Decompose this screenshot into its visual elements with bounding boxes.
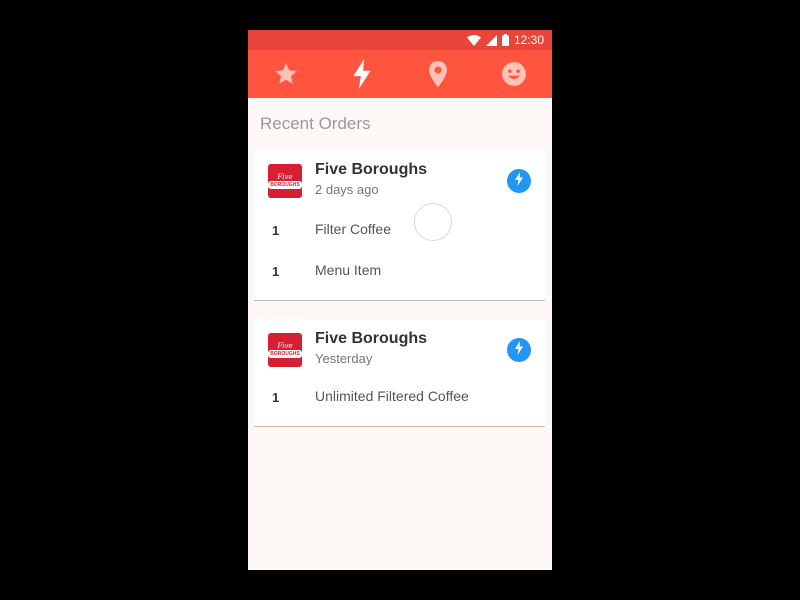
touch-indicator xyxy=(414,203,452,241)
status-time: 12:30 xyxy=(513,33,544,47)
signal-icon xyxy=(485,34,497,46)
lightning-bolt-icon xyxy=(351,59,373,89)
quick-order-button[interactable] xyxy=(507,169,531,193)
order-date: 2 days ago xyxy=(315,182,379,197)
section-title: Recent Orders xyxy=(260,114,371,133)
merchant-name: Five Boroughs xyxy=(315,330,428,347)
order-item: 1 Unlimited Filtered Coffee xyxy=(254,388,545,408)
order-card[interactable]: Five BOROUGHS Five Boroughs 2 days ago 1… xyxy=(254,150,545,301)
merchant-logo-text: Five xyxy=(277,342,293,350)
smiley-face-icon xyxy=(501,61,527,87)
merchant-logo-text: BOROUGHS xyxy=(268,350,302,358)
item-name: Filter Coffee xyxy=(315,221,391,237)
order-item: 1 Menu Item xyxy=(254,262,545,282)
wifi-icon xyxy=(466,34,481,46)
item-name: Unlimited Filtered Coffee xyxy=(315,388,469,404)
order-item: 1 Filter Coffee xyxy=(254,221,545,241)
item-quantity: 1 xyxy=(272,264,280,279)
order-card[interactable]: Five BOROUGHS Five Boroughs Yesterday 1 … xyxy=(254,319,545,427)
quick-order-button[interactable] xyxy=(507,338,531,362)
merchant-logo: Five BOROUGHS xyxy=(268,164,302,198)
tab-orders[interactable] xyxy=(324,50,400,98)
tab-locations[interactable] xyxy=(400,50,476,98)
lightning-bolt-icon xyxy=(514,340,524,360)
tab-favorites[interactable] xyxy=(248,50,324,98)
merchant-name: Five Boroughs xyxy=(315,161,428,178)
status-bar: 12:30 xyxy=(248,30,552,50)
item-quantity: 1 xyxy=(272,390,280,405)
lightning-bolt-icon xyxy=(514,171,524,191)
location-pin-icon xyxy=(427,61,449,87)
merchant-logo-text: BOROUGHS xyxy=(268,181,302,189)
order-date: Yesterday xyxy=(315,351,373,366)
merchant-logo: Five BOROUGHS xyxy=(268,333,302,367)
item-name: Menu Item xyxy=(315,262,382,278)
phone-screen: 12:30 Recent Orders Five BOROUGHS Five B… xyxy=(248,30,552,570)
star-icon xyxy=(273,61,299,87)
battery-icon xyxy=(501,34,509,46)
tab-profile[interactable] xyxy=(476,50,552,98)
top-tab-bar xyxy=(248,50,552,98)
merchant-logo-text: Five xyxy=(277,173,293,181)
item-quantity: 1 xyxy=(272,223,280,238)
